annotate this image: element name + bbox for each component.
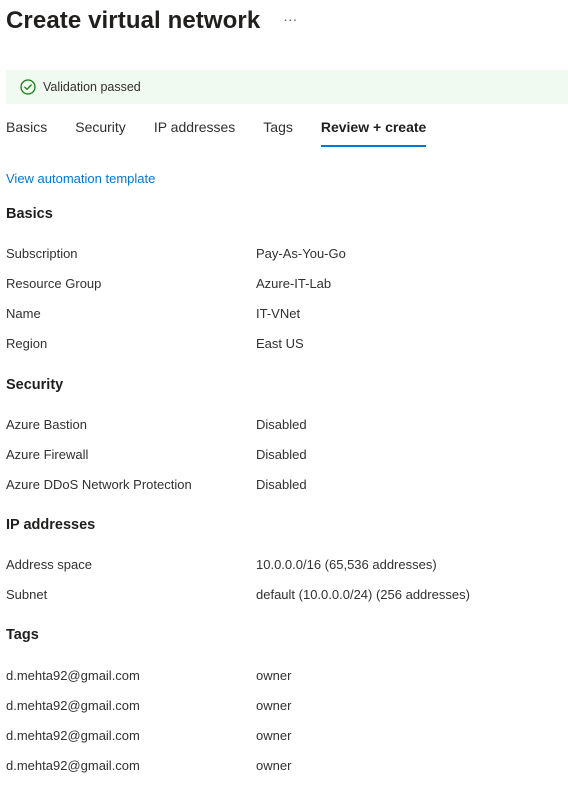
- row-value: East US: [256, 336, 304, 351]
- check-circle-icon: [20, 79, 36, 95]
- section-heading-basics: Basics: [6, 206, 53, 222]
- summary-row-resource-group: Resource Group Azure-IT-Lab: [6, 274, 566, 294]
- tag-value: owner: [256, 758, 292, 773]
- title-row: Create virtual network ···: [6, 3, 297, 39]
- validation-banner: Validation passed: [6, 70, 568, 104]
- view-automation-template-link[interactable]: View automation template: [6, 170, 155, 188]
- row-value: IT-VNet: [256, 306, 301, 321]
- row-label: Name: [6, 306, 41, 321]
- summary-row-azure-firewall: Azure Firewall Disabled: [6, 445, 566, 465]
- summary-row-address-space: Address space 10.0.0.0/16 (65,536 addres…: [6, 555, 566, 575]
- row-value: Pay-As-You-Go: [256, 246, 346, 261]
- page-title: Create virtual network: [6, 7, 261, 34]
- row-label: Region: [6, 336, 48, 351]
- validation-message: Validation passed: [43, 80, 141, 94]
- section-heading-tags: Tags: [6, 627, 39, 643]
- section-heading-security: Security: [6, 377, 64, 393]
- tag-value: owner: [256, 728, 292, 743]
- summary-row-region: Region East US: [6, 334, 566, 354]
- row-value: Disabled: [256, 447, 307, 462]
- row-label: Address space: [6, 557, 92, 572]
- tag-value: owner: [256, 668, 292, 683]
- row-value: Disabled: [256, 477, 307, 492]
- tag-name: d.mehta92@gmail.com: [6, 758, 140, 773]
- summary-row-ddos-protection: Azure DDoS Network Protection Disabled: [6, 475, 566, 495]
- tag-name: d.mehta92@gmail.com: [6, 698, 140, 713]
- tab-bar: Basics Security IP addresses Tags Review…: [6, 117, 454, 147]
- tab-review-create[interactable]: Review + create: [320, 117, 427, 147]
- row-value: Azure-IT-Lab: [256, 276, 332, 291]
- tab-security[interactable]: Security: [75, 117, 126, 147]
- section-heading-ip-addresses: IP addresses: [6, 517, 96, 533]
- row-value: 10.0.0.0/16 (65,536 addresses): [256, 557, 437, 572]
- tag-row: d.mehta92@gmail.com owner: [6, 726, 566, 746]
- tab-tags[interactable]: Tags: [263, 117, 293, 147]
- tag-value: owner: [256, 698, 292, 713]
- row-label: Resource Group: [6, 276, 102, 291]
- row-label: Subscription: [6, 246, 78, 261]
- row-label: Azure Bastion: [6, 417, 87, 432]
- tab-ip-addresses[interactable]: IP addresses: [154, 117, 235, 147]
- row-value: Disabled: [256, 417, 307, 432]
- tag-name: d.mehta92@gmail.com: [6, 728, 140, 743]
- row-value: default (10.0.0.0/24) (256 addresses): [256, 587, 470, 602]
- more-options-button[interactable]: ···: [283, 12, 297, 26]
- tag-row: d.mehta92@gmail.com owner: [6, 696, 566, 716]
- create-virtual-network-page: Create virtual network ··· Validation pa…: [0, 0, 568, 794]
- summary-row-name: Name IT-VNet: [6, 304, 566, 324]
- tab-basics[interactable]: Basics: [6, 117, 47, 147]
- summary-row-subscription: Subscription Pay-As-You-Go: [6, 244, 566, 264]
- row-label: Azure Firewall: [6, 447, 89, 462]
- summary-row-azure-bastion: Azure Bastion Disabled: [6, 415, 566, 435]
- tag-row: d.mehta92@gmail.com owner: [6, 666, 566, 686]
- row-label: Subnet: [6, 587, 48, 602]
- summary-row-subnet: Subnet default (10.0.0.0/24) (256 addres…: [6, 585, 566, 605]
- row-label: Azure DDoS Network Protection: [6, 477, 192, 492]
- tag-name: d.mehta92@gmail.com: [6, 668, 140, 683]
- tag-row: d.mehta92@gmail.com owner: [6, 756, 566, 776]
